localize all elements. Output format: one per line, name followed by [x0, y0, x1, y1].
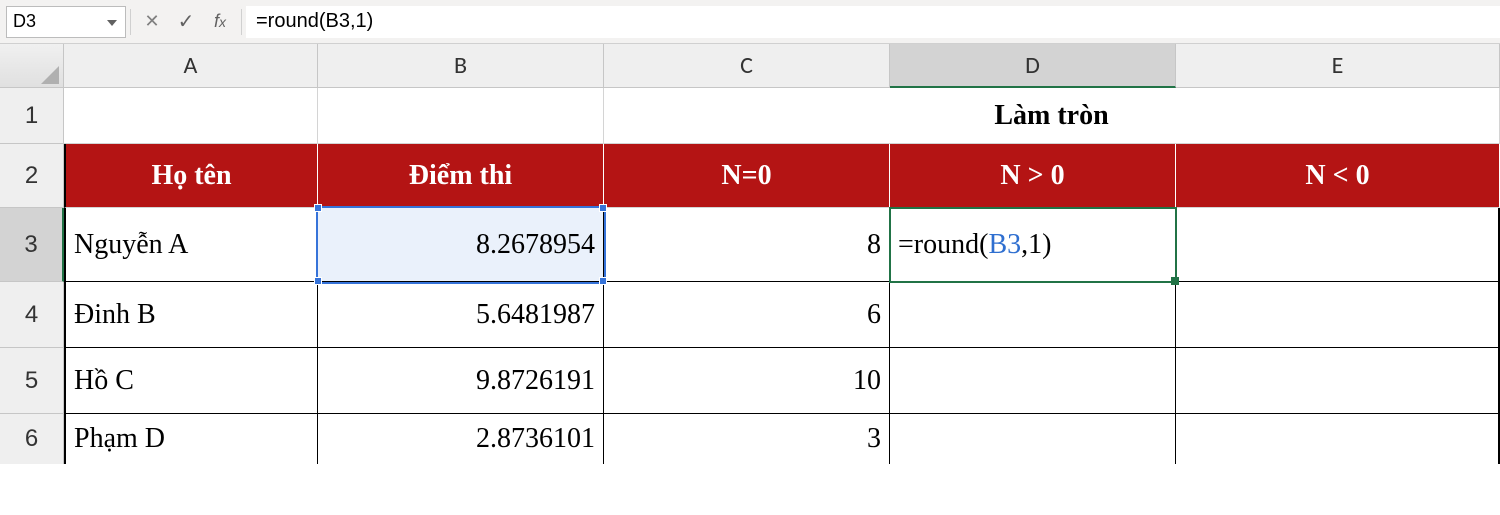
- formula-bar: D3 ✕ ✓ fx =round(B3,1): [0, 0, 1500, 44]
- row-1: 1 Làm tròn: [0, 88, 1500, 144]
- row-5: 5 Hồ C 9.8726191 10: [0, 348, 1500, 414]
- row-6: 6 Phạm D 2.8736101 3: [0, 414, 1500, 464]
- cell-B4[interactable]: 5.6481987: [318, 282, 604, 348]
- select-all-triangle[interactable]: [0, 44, 64, 88]
- row-header-6[interactable]: 6: [0, 414, 64, 464]
- cell-E5[interactable]: [1176, 348, 1500, 414]
- cell-C2[interactable]: N=0: [604, 144, 890, 208]
- cell-D4[interactable]: [890, 282, 1176, 348]
- row-header-4[interactable]: 4: [0, 282, 64, 348]
- cell-B2[interactable]: Điểm thi: [318, 144, 604, 208]
- cell-A6[interactable]: Phạm D: [64, 414, 318, 464]
- cell-B1[interactable]: [318, 88, 604, 144]
- confirm-icon[interactable]: ✓: [169, 6, 203, 38]
- row-header-2[interactable]: 2: [0, 144, 64, 208]
- cell-A2[interactable]: Họ tên: [64, 144, 318, 208]
- cell-C6[interactable]: 3: [604, 414, 890, 464]
- fill-handle[interactable]: [1171, 277, 1179, 285]
- column-header-row: A B C D E: [0, 44, 1500, 88]
- worksheet: A B C D E 1 Làm tròn 2 Họ tên Điểm thi N…: [0, 44, 1500, 515]
- cell-B3[interactable]: 8.2678954: [318, 208, 604, 282]
- row-header-5[interactable]: 5: [0, 348, 64, 414]
- formula-input[interactable]: =round(B3,1): [246, 6, 1500, 38]
- cell-A5[interactable]: Hồ C: [64, 348, 318, 414]
- formula-suffix: ,1): [1021, 229, 1051, 261]
- cell-D3[interactable]: =round(B3,1): [890, 208, 1176, 282]
- ref-handle[interactable]: [314, 204, 322, 212]
- cell-A3[interactable]: Nguyễn A: [64, 208, 318, 282]
- ref-handle[interactable]: [599, 204, 607, 212]
- row-header-1[interactable]: 1: [0, 88, 64, 144]
- cell-E6[interactable]: [1176, 414, 1500, 464]
- cell-D6[interactable]: [890, 414, 1176, 464]
- row-3: 3 Nguyễn A 8.2678954 8 =round(B3,1): [0, 208, 1500, 282]
- cell-A1[interactable]: [64, 88, 318, 144]
- cancel-icon[interactable]: ✕: [135, 6, 169, 38]
- ref-handle[interactable]: [314, 277, 322, 285]
- row-4: 4 Đinh B 5.6481987 6: [0, 282, 1500, 348]
- cell-E4[interactable]: [1176, 282, 1500, 348]
- formula-prefix: =round(: [898, 229, 988, 261]
- cell-C5[interactable]: 10: [604, 348, 890, 414]
- name-box-value: D3: [13, 11, 36, 32]
- ref-handle[interactable]: [599, 277, 607, 285]
- cell-B3-value: 8.2678954: [476, 229, 595, 261]
- cell-C3[interactable]: 8: [604, 208, 890, 282]
- cell-D5[interactable]: [890, 348, 1176, 414]
- cell-A4[interactable]: Đinh B: [64, 282, 318, 348]
- cell-B6[interactable]: 2.8736101: [318, 414, 604, 464]
- divider: [130, 9, 131, 35]
- cell-merged-title[interactable]: Làm tròn: [604, 88, 1500, 144]
- row-2: 2 Họ tên Điểm thi N=0 N > 0 N < 0: [0, 144, 1500, 208]
- name-box[interactable]: D3: [6, 6, 126, 38]
- row-header-3[interactable]: 3: [0, 208, 64, 282]
- cell-C4[interactable]: 6: [604, 282, 890, 348]
- formula-ref: B3: [988, 229, 1021, 261]
- cell-E3[interactable]: [1176, 208, 1500, 282]
- col-header-E[interactable]: E: [1176, 44, 1500, 88]
- col-header-B[interactable]: B: [318, 44, 604, 88]
- cell-D2[interactable]: N > 0: [890, 144, 1176, 208]
- col-header-D[interactable]: D: [890, 44, 1176, 88]
- divider: [241, 9, 242, 35]
- fx-icon[interactable]: fx: [203, 6, 237, 38]
- col-header-C[interactable]: C: [604, 44, 890, 88]
- cell-E2[interactable]: N < 0: [1176, 144, 1500, 208]
- col-header-A[interactable]: A: [64, 44, 318, 88]
- cell-B5[interactable]: 9.8726191: [318, 348, 604, 414]
- formula-text: =round(B3,1): [256, 10, 373, 33]
